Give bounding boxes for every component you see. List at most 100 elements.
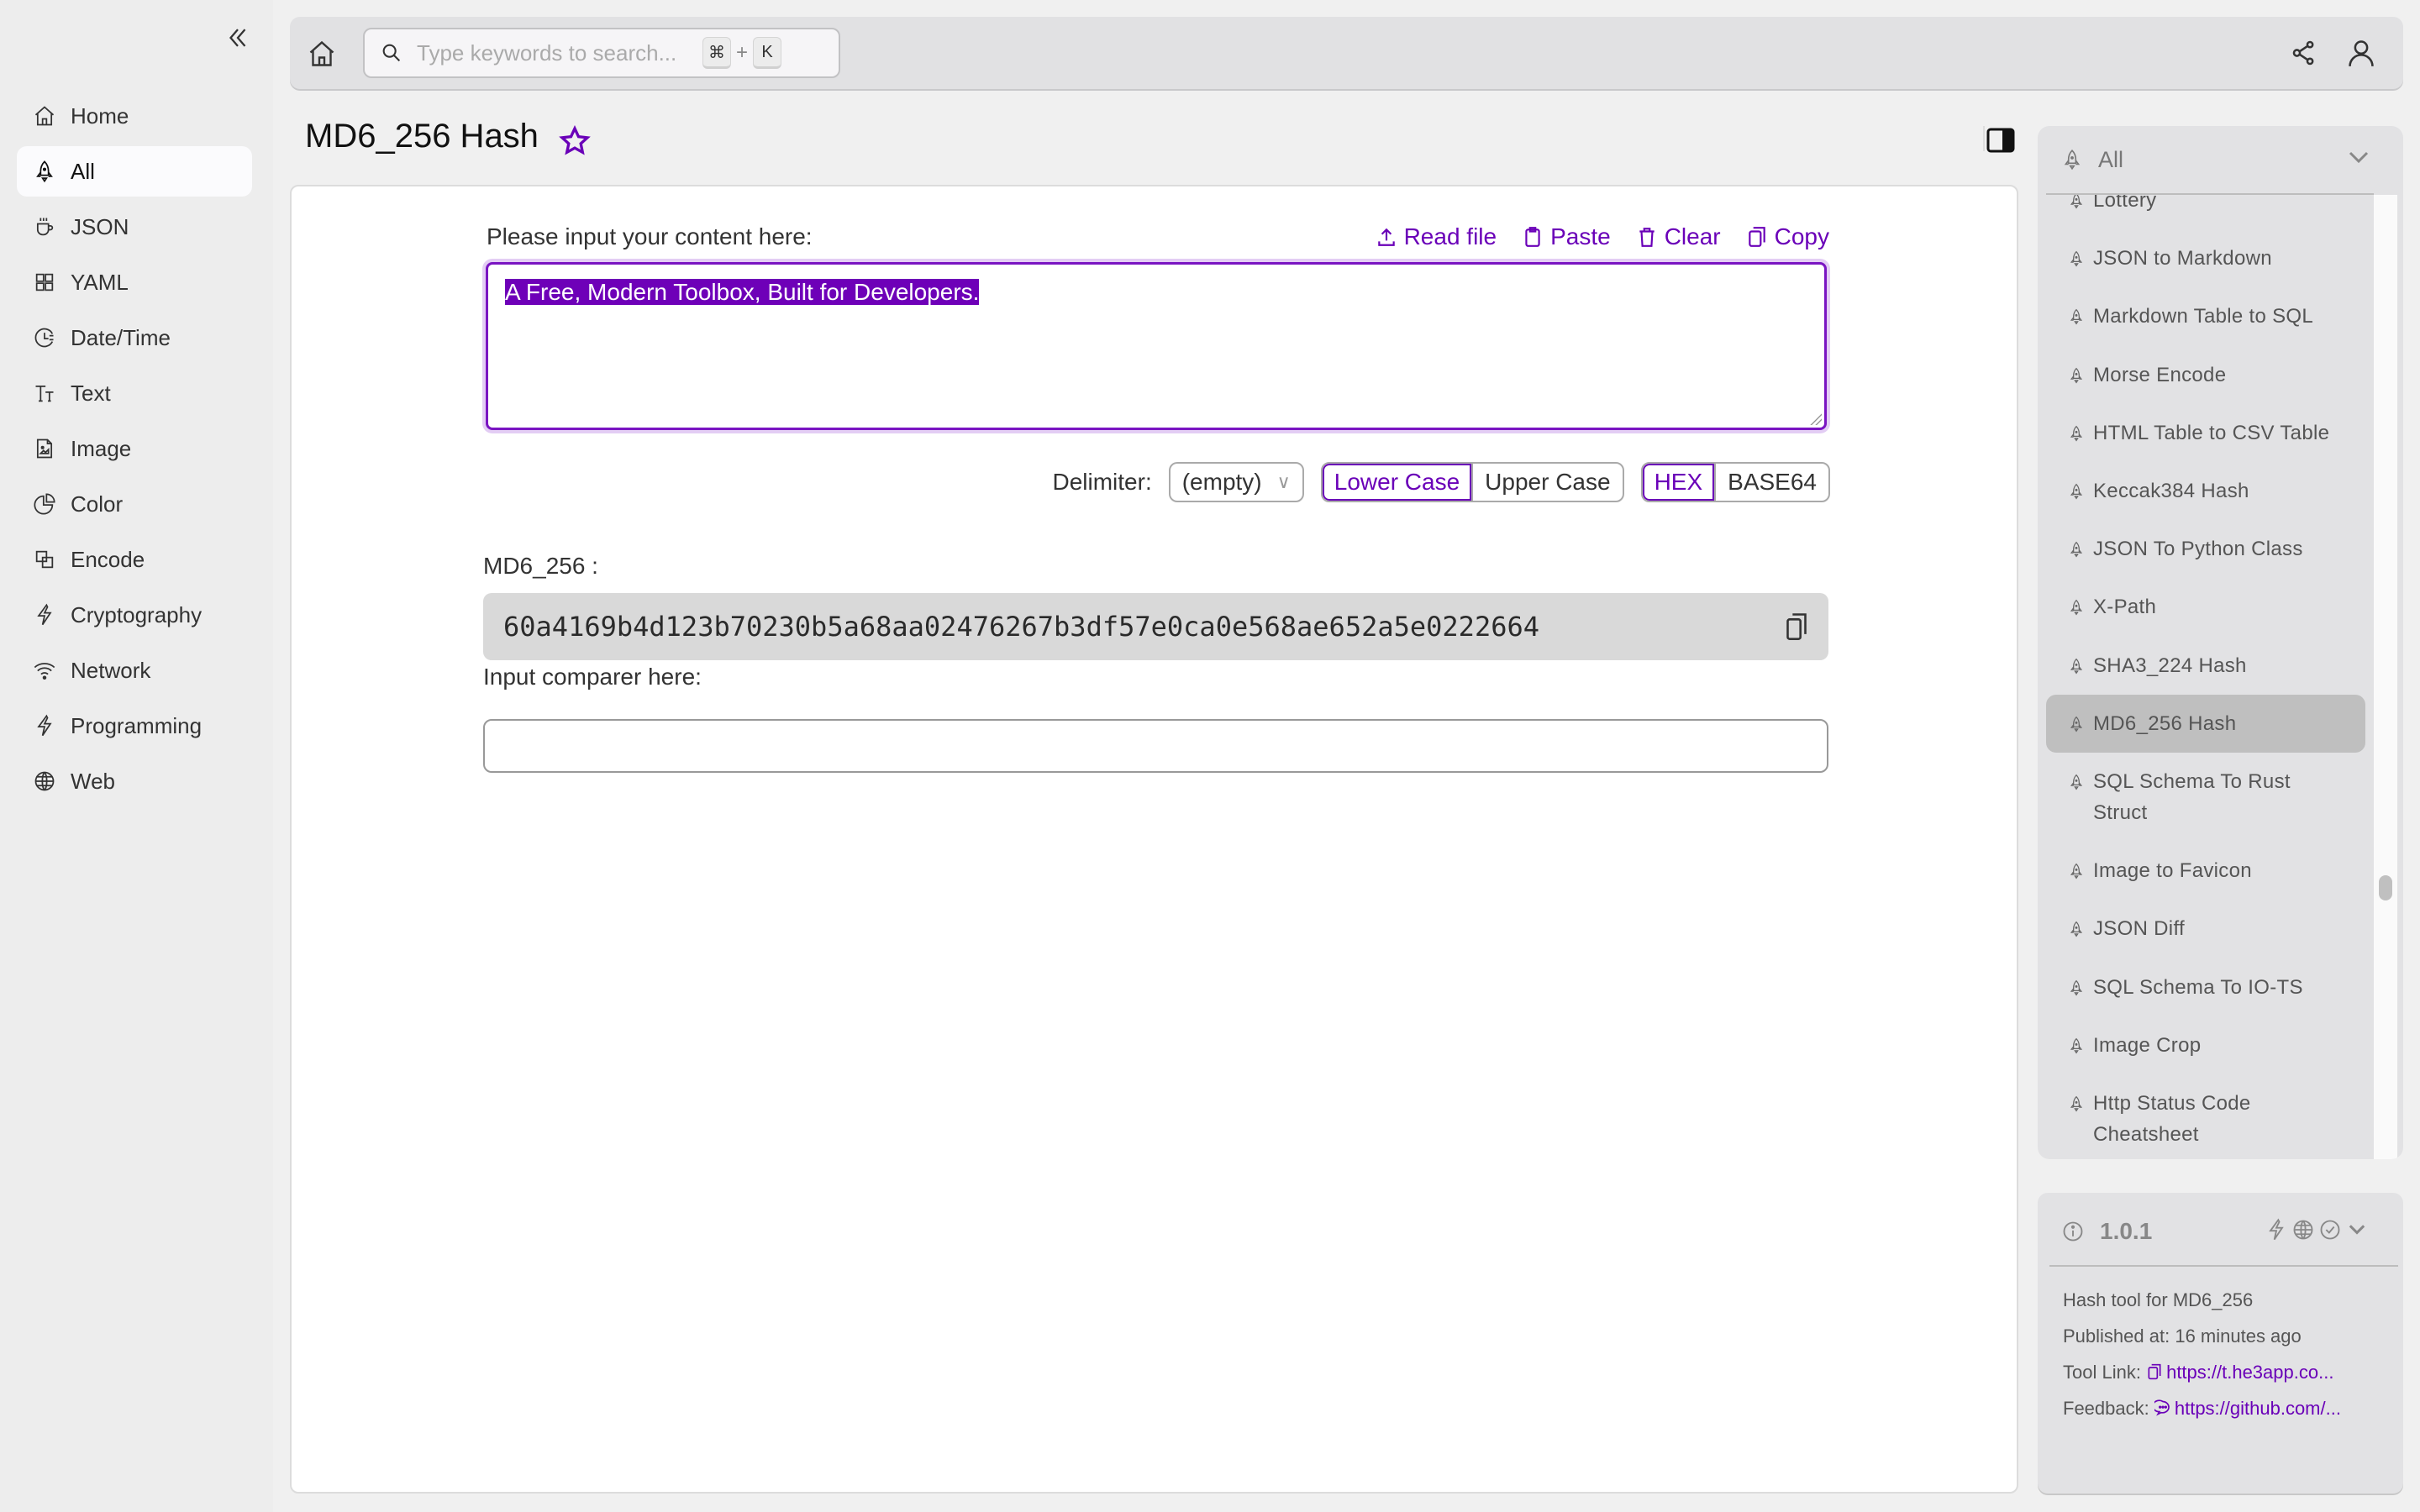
feedback-link-value: https://github.com/... [2174,1398,2341,1419]
search-box[interactable]: ⌘ + K [363,28,840,78]
sidebar-item-network[interactable]: Network [17,645,252,696]
sidebar-item-programming[interactable]: Programming [17,701,252,751]
tool-list-item-label: Lottery [2093,195,2157,212]
tool-list-item[interactable]: Morse Encode [2046,346,2365,404]
share-icon [2292,40,2314,66]
tool-list-item[interactable]: Keccak384 Hash [2046,462,2365,520]
delimiter-label: Delimiter: [1052,469,1152,495]
squares-icon [35,550,54,569]
tool-list-item-label: Markdown Table to SQL [2093,305,2313,328]
content-textarea-value[interactable]: A Free, Modern Toolbox, Built for Develo… [488,265,1824,428]
favorite-button[interactable] [558,124,592,158]
tool-list-item[interactable]: Http Status Code Cheatsheet [2046,1074,2365,1159]
encoding-toggle: HEX BASE64 [1640,462,1830,502]
copy-label: Copy [1774,223,1829,249]
tool-list-item-label: JSON To Python Class [2093,538,2303,561]
chevron-down-icon[interactable] [2345,1218,2369,1242]
tool-list-item-label: HTML Table to CSV Table [2093,421,2330,444]
tool-link[interactable]: https://t.he3app.co... [2146,1362,2333,1383]
sidebar-nav: Home All JSON YAML Date/Time Text Image [17,91,252,811]
category-dropdown[interactable]: All [2038,126,2403,193]
paste-button[interactable]: Paste [1522,223,1611,250]
rocket-icon [2070,600,2083,616]
user-icon [2349,40,2374,66]
globe-icon [2293,1220,2313,1240]
sidebar-item-encode[interactable]: Encode [17,534,252,585]
sidebar-item-label: JSON [71,213,129,239]
sidebar-item-yaml[interactable]: YAML [17,257,252,307]
collapse-sidebar-button[interactable] [224,24,252,52]
sidebar-item-label: YAML [71,269,129,295]
sidebar-item-cryptography[interactable]: Cryptography [17,590,252,640]
sidebar-item-label: Programming [71,712,203,738]
shortcut-key-k: K [753,37,782,69]
tool-list-item-label: X-Path [2093,596,2157,619]
home-icon [34,106,55,126]
home-button[interactable] [307,39,337,69]
tool-list-scrollbar[interactable] [2374,195,2397,1159]
tool-list-panel: All Lottery JSON to Markdown Markdown Tabl… [2038,126,2403,1159]
tool-list-item[interactable]: Image Crop [2046,1016,2365,1074]
tool-list-item[interactable]: HTML Table to CSV Table [2046,404,2365,462]
image-file-icon [36,438,53,459]
rocket-icon [2070,1095,2083,1112]
tool-list-item[interactable]: SQL Schema To Rust Struct [2046,753,2365,842]
lower-case-option[interactable]: Lower Case [1323,464,1474,501]
sidebar-item-color[interactable]: Color [17,479,252,529]
copy-result-button[interactable] [1785,612,1808,642]
share-button[interactable] [2290,39,2318,67]
toolbar-divider [1983,126,1985,151]
tool-list-item[interactable]: Image to Favicon [2046,842,2365,900]
split-view-icon [1986,128,2015,153]
copy-button[interactable]: Copy [1746,223,1829,250]
resize-handle[interactable] [1810,413,1822,425]
clear-label: Clear [1664,223,1721,249]
upper-case-option[interactable]: Upper Case [1473,464,1622,501]
sidebar-item-label: Encode [71,546,145,572]
clock-icon [34,328,54,348]
tool-list-item[interactable]: SQL Schema To IO-TS [2046,958,2365,1016]
base64-option[interactable]: BASE64 [1716,464,1828,501]
tool-list-item[interactable]: JSON to Markdown [2046,229,2365,287]
read-file-button[interactable]: Read file [1376,223,1497,250]
double-chevron-left-icon [229,29,246,47]
sidebar-item-image[interactable]: Image [17,423,252,474]
tool-list-item[interactable]: MD6_256 Hash [2046,694,2365,753]
chevron-down-icon [2349,151,2369,164]
toggle-right-panel-button[interactable] [1986,128,2015,153]
sidebar-item-text[interactable]: Text [17,368,252,418]
tool-list-item-label: Image Crop [2093,1033,2202,1057]
hex-option[interactable]: HEX [1643,464,1717,501]
rocket-icon [2070,1037,2083,1054]
clear-button[interactable]: Clear [1636,223,1721,250]
sidebar-item-json[interactable]: JSON [17,202,252,252]
compare-label: Input comparer here: [483,664,702,690]
sidebar-item-home[interactable]: Home [17,91,252,141]
delimiter-value: (empty) [1181,469,1262,495]
tool-list-item-label: SHA3_224 Hash [2093,654,2247,677]
input-actions: Read file Paste Clear Copy [1376,223,1829,250]
sidebar-item-web[interactable]: Web [17,756,252,806]
rocket-icon [2070,367,2083,384]
tool-list-item[interactable]: X-Path [2046,578,2365,636]
tool-list-item[interactable]: JSON Diff [2046,900,2365,958]
tool-list-item[interactable]: JSON To Python Class [2046,520,2365,578]
delimiter-select[interactable]: (empty) ∨ [1168,462,1304,502]
star-icon [559,125,591,155]
scrollbar-thumb[interactable] [2379,875,2392,900]
sidebar-item-datetime[interactable]: Date/Time [17,312,252,363]
tool-list-item[interactable]: Lottery [2046,195,2365,229]
search-icon [382,44,401,62]
rocket-icon [2064,150,2081,171]
compare-input[interactable] [483,719,1828,773]
wifi-icon [34,663,55,680]
feedback-link[interactable]: https://github.com/... [2152,1398,2341,1419]
search-input[interactable] [417,39,702,66]
tool-list-item[interactable]: SHA3_224 Hash [2046,637,2365,695]
content-textarea[interactable]: A Free, Modern Toolbox, Built for Develo… [486,262,1827,430]
tool-list-item-label: JSON Diff [2093,917,2185,941]
sidebar-item-all[interactable]: All [17,146,252,197]
sidebar-item-label: Web [71,768,115,794]
user-account-button[interactable] [2345,37,2377,69]
tool-list-item[interactable]: Markdown Table to SQL [2046,287,2365,345]
